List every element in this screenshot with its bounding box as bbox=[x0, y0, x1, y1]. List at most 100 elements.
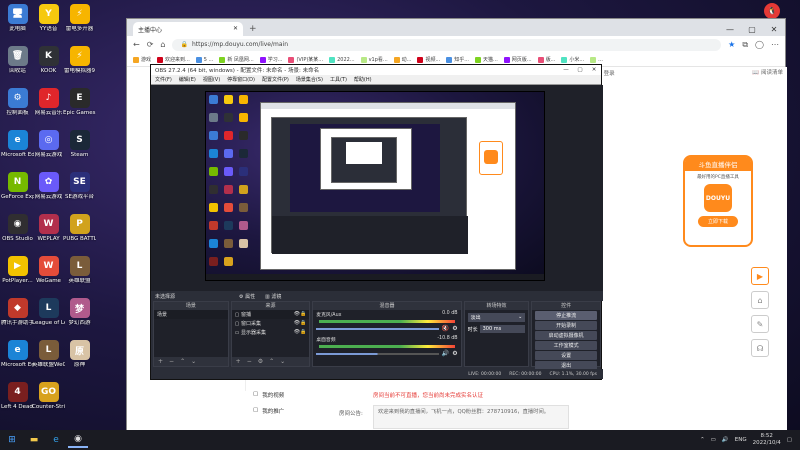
add-icon[interactable]: + bbox=[236, 358, 241, 365]
obs-taskbar-icon[interactable]: ◉ bbox=[68, 432, 88, 448]
home-icon[interactable]: ⌂ bbox=[160, 40, 165, 49]
obs-preview[interactable] bbox=[151, 85, 603, 291]
file-explorer-icon[interactable]: ▬ bbox=[24, 432, 44, 448]
desktop-icon[interactable]: 原原神 bbox=[63, 336, 96, 380]
desktop-icon[interactable]: 🖥 此电脑 bbox=[1, 0, 34, 44]
obs-menu-item[interactable]: 场景集合(S) bbox=[296, 76, 323, 83]
network-icon[interactable]: ▭ bbox=[711, 437, 716, 443]
star-icon[interactable]: ★ bbox=[728, 40, 735, 49]
obs-menu-item[interactable]: 文件(F) bbox=[155, 76, 172, 83]
maximize-icon[interactable]: ▢ bbox=[573, 67, 587, 73]
minimize-icon[interactable]: — bbox=[719, 25, 741, 36]
up-icon[interactable]: ⌃ bbox=[269, 358, 274, 365]
profile-icon[interactable]: ◯ bbox=[755, 40, 764, 49]
bookmark-item[interactable]: 小米... bbox=[561, 56, 584, 63]
close-tab-icon[interactable]: ✕ bbox=[233, 25, 238, 33]
bookmark-item[interactable]: v1p看... bbox=[360, 56, 388, 63]
filters-button[interactable]: ▥ 滤镜 bbox=[265, 293, 281, 300]
chevron-up-icon[interactable]: ⌃ bbox=[700, 437, 705, 443]
bookmark-item[interactable]: 2022... bbox=[329, 56, 355, 63]
desktop-icon[interactable]: S Steam bbox=[63, 126, 96, 170]
new-tab-icon[interactable]: + bbox=[249, 24, 257, 34]
feedback-icon[interactable]: ✎ bbox=[751, 315, 769, 333]
eye-icon[interactable]: 👁🔒 bbox=[294, 329, 307, 335]
bookmark-item[interactable]: 版... bbox=[537, 56, 555, 63]
bookmark-item[interactable]: 5 ... bbox=[195, 56, 213, 63]
notification-icon[interactable]: ▢ bbox=[787, 437, 792, 443]
more-icon[interactable]: ⋯ bbox=[771, 40, 779, 49]
extensions-icon[interactable]: ⧉ bbox=[742, 40, 748, 50]
close-window-icon[interactable]: ✕ bbox=[763, 25, 785, 36]
bookmark-item[interactable]: 视频... bbox=[417, 56, 440, 63]
bookmark-item[interactable]: 游戏 bbox=[133, 56, 151, 63]
desktop-icon[interactable]: SE SE游戏平台 bbox=[63, 168, 96, 212]
remove-icon[interactable]: − bbox=[247, 358, 252, 365]
stop-streaming-button[interactable]: 停止推流 bbox=[535, 311, 597, 320]
mute-speaker-icon[interactable]: 🔇 bbox=[442, 325, 449, 332]
desktop-icon[interactable]: ⚙ 控制面板 bbox=[1, 84, 34, 128]
eye-icon[interactable]: 👁🔒 bbox=[294, 320, 307, 326]
bookmark-item[interactable]: 新 凤凰网... bbox=[219, 56, 254, 63]
desktop-icon[interactable]: ◎ 网易云游戏 bbox=[32, 126, 65, 170]
headset-icon[interactable]: ☊ bbox=[751, 339, 769, 357]
speaker-icon[interactable]: 🔊 bbox=[442, 350, 449, 357]
source-item[interactable]: ▭ 显示器采集 👁🔒 bbox=[232, 328, 310, 337]
obs-menu-item[interactable]: 编辑(E) bbox=[179, 76, 196, 83]
clock[interactable]: 8:52 2022/10/4 bbox=[753, 433, 781, 447]
duration-input[interactable]: 300 ms bbox=[479, 325, 526, 333]
promo-download-button[interactable]: 立即下载 bbox=[698, 216, 738, 227]
bookmark-item[interactable]: (VIP)某某... bbox=[288, 56, 323, 63]
desktop-icon[interactable]: L 英雄联盟 bbox=[63, 252, 96, 296]
desktop-icon[interactable]: W WeGame bbox=[32, 252, 65, 296]
menu-item-videos[interactable]: ▢ 我的视频 bbox=[245, 387, 319, 403]
desktop-icon[interactable]: ✿ 网易云游戏 bbox=[32, 168, 65, 212]
menu-item-promo[interactable]: ▢ 我的推广 bbox=[245, 403, 319, 419]
bookmark-item[interactable]: 动... bbox=[393, 56, 411, 63]
home-side-icon[interactable]: ⌂ bbox=[751, 291, 769, 309]
down-icon[interactable]: ⌄ bbox=[191, 358, 196, 365]
bookmark-item[interactable]: 知乎... bbox=[446, 56, 469, 63]
desktop-icon[interactable]: ♪ 网易云音乐 bbox=[32, 84, 65, 128]
top-right-app-icon[interactable]: 🐧 bbox=[764, 3, 780, 19]
desktop-icon[interactable]: L League of Legends bbox=[32, 294, 65, 338]
desktop-icon[interactable]: 4 Left 4 Dead 2 bbox=[1, 378, 34, 422]
douyu-promo-widget[interactable]: 斗鱼直播伴侣 最好用的PC直播工具 DOUYU 立即下载 bbox=[683, 155, 753, 247]
desktop-icon[interactable]: L 英雄联盟WeGame版 bbox=[32, 336, 65, 380]
up-icon[interactable]: ⌃ bbox=[180, 358, 185, 365]
announce-field[interactable]: 欢迎来到我的直播间，飞机一点，QQ粉丝群：278710916，直播时间。 bbox=[373, 405, 569, 429]
source-item[interactable]: ▢ 窗口采集 👁🔒 bbox=[232, 319, 310, 328]
language-indicator[interactable]: ENG bbox=[735, 437, 747, 443]
desktop-icon[interactable]: N GeForce Experience bbox=[1, 168, 34, 212]
obs-menu-item[interactable]: 视图(V) bbox=[203, 76, 220, 83]
properties-button[interactable]: ⚙ 属性 bbox=[239, 293, 255, 300]
bookmark-item[interactable]: 欢迎来到... bbox=[157, 56, 190, 63]
down-icon[interactable]: ⌄ bbox=[280, 358, 285, 365]
remove-icon[interactable]: − bbox=[169, 358, 174, 365]
desktop-icon[interactable]: E Epic Games Launcher bbox=[63, 84, 96, 128]
play-icon[interactable]: ▶ bbox=[751, 267, 769, 285]
desktop-icon[interactable]: W WEPLAY bbox=[32, 210, 65, 254]
volume-slider[interactable] bbox=[316, 327, 439, 330]
obs-menu-item[interactable]: 配置文件(P) bbox=[262, 76, 289, 83]
gear-icon[interactable]: ⚙ bbox=[452, 325, 457, 332]
transition-select[interactable]: 淡出 ⌄ bbox=[467, 313, 526, 322]
source-item[interactable]: ▢ 窗捕 👁🔒 bbox=[231, 310, 310, 319]
close-icon[interactable]: ✕ bbox=[587, 67, 601, 73]
start-recording-button[interactable]: 开始录制 bbox=[535, 321, 597, 330]
virtual-camera-button[interactable]: 启动虚拟摄像机 bbox=[535, 331, 597, 340]
gear-icon[interactable]: ⚙ bbox=[452, 350, 457, 357]
tab-douyu[interactable]: 主播中心 ✕ bbox=[133, 22, 243, 36]
desktop-icon[interactable]: ⚡ 雷电模拟器9 bbox=[63, 42, 96, 86]
eye-icon[interactable]: 👁🔒 bbox=[294, 311, 307, 317]
desktop-icon[interactable]: e Microsoft Edge bbox=[1, 336, 34, 380]
add-icon[interactable]: + bbox=[158, 358, 163, 365]
obs-menu-item[interactable]: 停靠窗口(D) bbox=[227, 76, 255, 83]
desktop-icon[interactable]: ◆ 腾讯手游助手 bbox=[1, 294, 34, 338]
desktop-icon[interactable]: K KOOK bbox=[32, 42, 65, 86]
scene-item[interactable]: 场景 bbox=[154, 310, 228, 319]
desktop-icon[interactable]: ▶ PotPlayer... bbox=[1, 252, 34, 296]
bookmark-item[interactable]: 天猫... bbox=[475, 56, 498, 63]
settings-button[interactable]: 设置 bbox=[535, 351, 597, 360]
volume-slider[interactable] bbox=[316, 352, 439, 355]
maximize-icon[interactable]: ▢ bbox=[741, 25, 763, 36]
